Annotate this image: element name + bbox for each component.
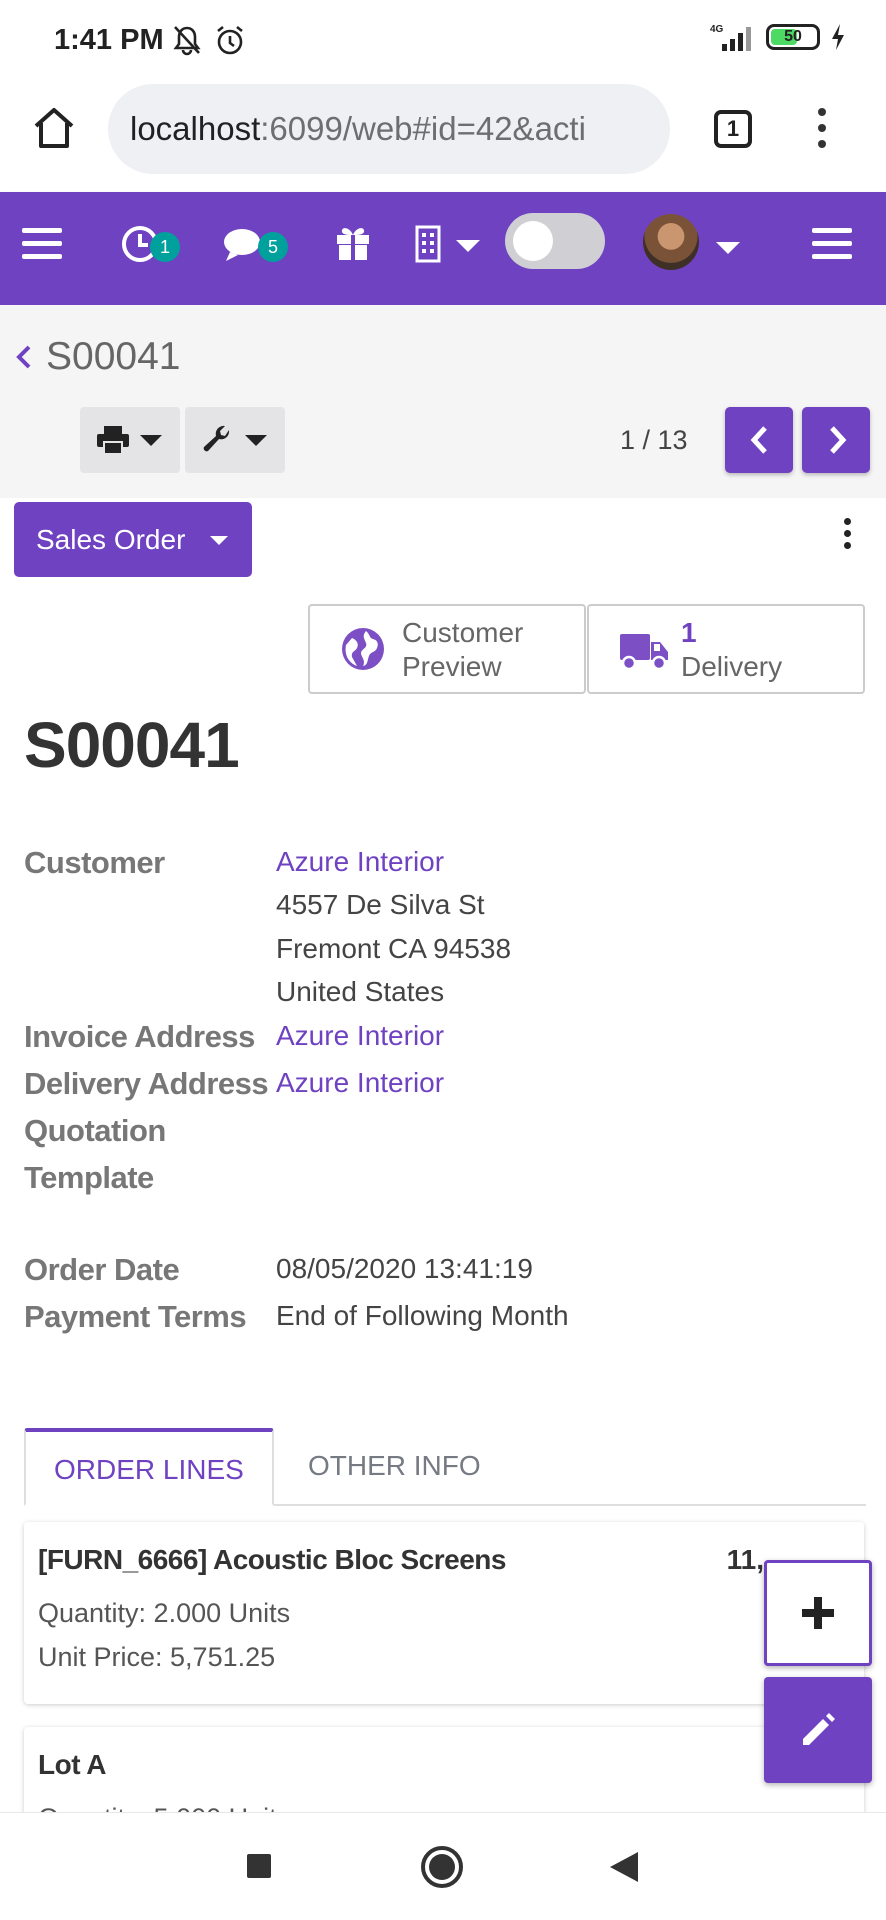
line-subtotal: 11, [726, 1544, 764, 1575]
message-count-badge: 5 [258, 232, 288, 262]
customer-preview-button[interactable]: Customer Preview [308, 604, 586, 694]
user-menu-chevron-icon[interactable] [716, 242, 740, 256]
home-icon[interactable] [30, 104, 78, 152]
control-panel: S00041 1 / 13 [0, 305, 886, 498]
delivery-label: Delivery [681, 651, 783, 682]
battery-level: 50 [784, 28, 802, 45]
status-label: Sales Order [36, 524, 186, 555]
payment-terms-label: Payment Terms [24, 1299, 247, 1334]
pencil-icon [803, 1713, 835, 1745]
url-host: localhost [130, 110, 261, 147]
wrench-icon [203, 425, 230, 452]
invoice-address-label: Invoice Address [24, 1019, 255, 1054]
address-line: 4557 De Silva St [276, 889, 485, 920]
battery-icon: 50 [766, 24, 820, 50]
line-quantity: Quantity: 2.000 Units [38, 1598, 291, 1628]
section-name: Lot A [38, 1749, 107, 1780]
more-options-icon[interactable] [844, 518, 854, 554]
url-bar[interactable]: localhost:6099/web#id=42&acti [108, 84, 670, 174]
tab-other-info[interactable]: OTHER INFO [280, 1428, 509, 1506]
hamburger-icon[interactable] [810, 226, 854, 262]
dark-mode-toggle[interactable] [505, 213, 605, 269]
tab-order-lines[interactable]: ORDER LINES [24, 1428, 274, 1506]
browser-menu-icon[interactable] [812, 108, 832, 152]
caret-down-icon [210, 536, 228, 545]
line-unit-price: Unit Price: 5,751.25 [38, 1642, 276, 1672]
smart-button-label-line2: Preview [402, 651, 502, 682]
order-date-label: Order Date [24, 1252, 180, 1287]
status-dropdown-button[interactable]: Sales Order [14, 502, 252, 577]
payment-terms-value[interactable]: End of Following Month [276, 1300, 569, 1332]
avatar[interactable] [643, 214, 699, 270]
muted-bell-icon [173, 26, 201, 56]
previous-record-button[interactable] [725, 407, 793, 473]
next-record-button[interactable] [802, 407, 870, 473]
invoice-address-link[interactable]: Azure Interior [276, 1020, 444, 1052]
messages-button[interactable]: 5 [220, 218, 290, 274]
building-icon [415, 225, 441, 263]
customer-label: Customer [24, 845, 165, 880]
charging-icon [832, 24, 844, 50]
chevron-down-icon [140, 435, 162, 446]
globe-icon [342, 628, 384, 670]
delivery-address-link[interactable]: Azure Interior [276, 1067, 444, 1099]
gift-icon[interactable] [333, 222, 373, 262]
activity-count-badge: 1 [150, 232, 180, 262]
menu-icon[interactable] [20, 226, 64, 262]
url-path: :6099/web#id=42&acti [260, 110, 586, 147]
customer-link[interactable]: Azure Interior [276, 846, 444, 878]
delivery-address-label: Delivery Address [24, 1066, 269, 1101]
breadcrumb[interactable]: S00041 [14, 335, 180, 379]
edit-button[interactable] [764, 1677, 872, 1783]
app-navbar: 1 5 [0, 192, 886, 305]
browser-toolbar: localhost:6099/web#id=42&acti 1 [0, 80, 886, 192]
chevron-down-icon [456, 240, 480, 252]
chevron-left-icon [750, 426, 767, 454]
alarm-icon [217, 25, 243, 55]
system-navigation-bar [0, 1812, 886, 1920]
product-name: [FURN_6666] Acoustic Bloc Screens [38, 1544, 506, 1575]
record-title: S00041 [24, 709, 240, 781]
breadcrumb-label: S00041 [46, 335, 181, 378]
address-line: Fremont CA 94538 [276, 933, 512, 964]
chevron-right-icon [830, 426, 847, 454]
delivery-smart-button[interactable]: 1 Delivery [587, 604, 865, 694]
plus-icon [802, 1597, 834, 1629]
chevron-left-icon[interactable] [14, 343, 32, 371]
delivery-count: 1 [681, 617, 697, 648]
notebook-tabs: ORDER LINES OTHER INFO [24, 1428, 866, 1506]
pager-value[interactable]: 1 / 13 [620, 425, 688, 456]
add-line-button[interactable] [764, 1560, 872, 1666]
printer-icon [97, 426, 129, 455]
home-nav-icon[interactable] [420, 1845, 464, 1889]
clock-time: 1:41 PM [54, 24, 164, 56]
recents-icon[interactable] [246, 1853, 272, 1879]
order-date-value[interactable]: 08/05/2020 13:41:19 [276, 1253, 533, 1285]
quotation-template-label: Quotation [24, 1113, 166, 1148]
action-button[interactable] [185, 407, 285, 473]
quotation-template-label: Template [24, 1160, 154, 1195]
back-nav-icon[interactable] [608, 1850, 640, 1884]
list-item[interactable]: [FURN_6666] Acoustic Bloc Screens 11, Qu… [24, 1522, 864, 1704]
tab-switcher-button[interactable]: 1 [714, 110, 752, 148]
truck-icon [620, 634, 668, 671]
print-button[interactable] [80, 407, 180, 473]
network-type: 4G [710, 24, 724, 35]
signal-icon: 4G [710, 24, 751, 51]
chevron-down-icon [245, 435, 267, 446]
address-line: United States [276, 976, 445, 1007]
activity-button[interactable]: 1 [118, 218, 184, 274]
company-switcher[interactable] [414, 224, 484, 270]
smart-button-label-line1: Customer [402, 617, 524, 648]
status-bar: 1:41 PM 4G 50 [0, 0, 886, 80]
